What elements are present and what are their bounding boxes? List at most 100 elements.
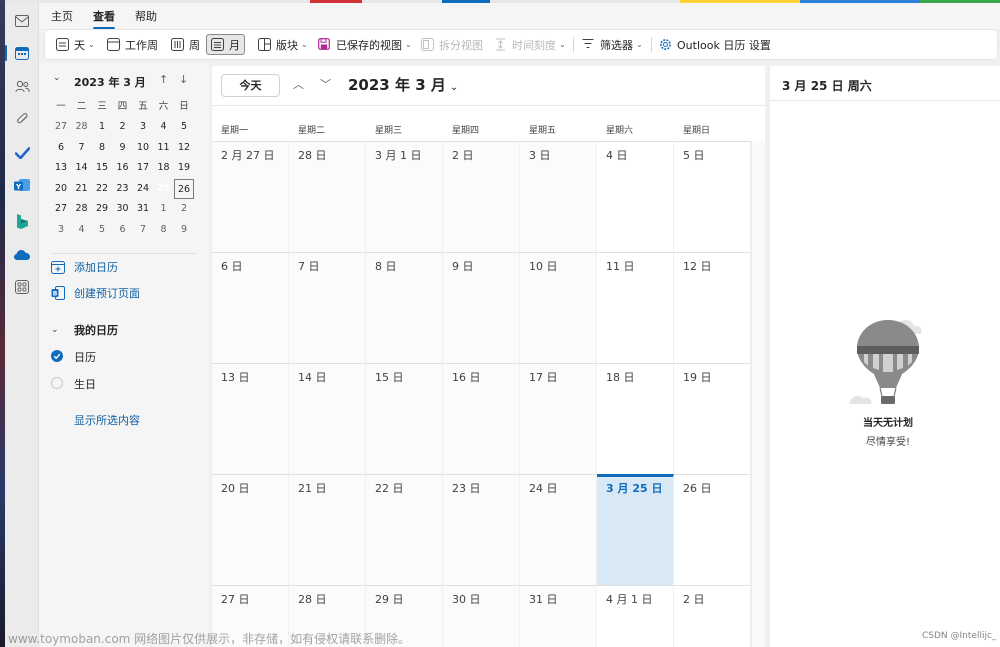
mini-day[interactable]: 16	[113, 158, 133, 178]
calendar-item[interactable]: 日历	[51, 349, 96, 365]
onedrive-icon[interactable]	[5, 243, 39, 267]
mini-day[interactable]: 10	[133, 138, 153, 158]
month-scrollbar[interactable]	[751, 141, 765, 647]
day-cell[interactable]: 12 日	[674, 252, 751, 363]
mini-day[interactable]: 26	[174, 178, 194, 199]
day-cell[interactable]: 31 日	[520, 585, 597, 647]
day-cell[interactable]: 2 日	[674, 585, 751, 647]
unchecked-circle-icon[interactable]	[51, 376, 65, 392]
day-cell[interactable]: 16 日	[443, 363, 520, 474]
day-cell[interactable]: 23 日	[443, 474, 520, 585]
day-cell-selected[interactable]: 3 月 25 日	[597, 474, 674, 585]
day-cell[interactable]: 14 日	[289, 363, 366, 474]
day-cell[interactable]: 11 日	[597, 252, 674, 363]
more-apps-icon[interactable]	[5, 275, 39, 299]
day-cell[interactable]: 4 日	[597, 141, 674, 252]
time-scale-button[interactable]: 时间刻度 ⌄	[494, 34, 566, 55]
mini-day[interactable]: 7	[133, 220, 153, 240]
day-cell[interactable]: 22 日	[366, 474, 443, 585]
mini-day[interactable]: 13	[51, 158, 71, 178]
day-cell[interactable]: 30 日	[443, 585, 520, 647]
mini-day[interactable]: 27	[51, 117, 71, 137]
mini-day[interactable]: 19	[174, 158, 194, 178]
mini-day[interactable]: 24	[133, 179, 153, 199]
mini-day[interactable]: 4	[72, 220, 92, 240]
mini-day[interactable]: 5	[92, 220, 112, 240]
day-cell[interactable]: 3 月 1 日	[366, 141, 443, 252]
show-selected-link[interactable]: 显示所选内容	[74, 412, 140, 428]
mini-day[interactable]: 28	[72, 199, 92, 219]
saved-views-button[interactable]: 已保存的视图 ⌄	[318, 34, 412, 55]
previous-month-arrow-icon[interactable]: ︿	[293, 76, 304, 92]
next-month-arrow-icon[interactable]: ﹀	[320, 76, 331, 92]
tab-help[interactable]: 帮助	[135, 8, 157, 24]
today-button[interactable]: 今天	[221, 74, 280, 97]
mini-day[interactable]: 3	[133, 117, 153, 137]
mini-calendar-title[interactable]: 2023 年 3 月	[74, 74, 146, 90]
board-view-button[interactable]: 版块 ⌄	[258, 34, 308, 55]
mini-day[interactable]: 1	[92, 117, 112, 137]
mini-day[interactable]: 8	[92, 138, 112, 158]
day-cell[interactable]: 8 日	[366, 252, 443, 363]
mini-day[interactable]: 6	[51, 138, 71, 158]
birthday-item[interactable]: 生日	[51, 376, 96, 392]
mini-day[interactable]: 30	[113, 199, 133, 219]
mini-day-today[interactable]: 25	[154, 179, 174, 199]
week-view-button[interactable]: 周	[171, 34, 200, 55]
day-cell[interactable]: 24 日	[520, 474, 597, 585]
mini-day[interactable]: 17	[133, 158, 153, 178]
day-cell[interactable]: 26 日	[674, 474, 751, 585]
bookings-icon[interactable]	[5, 209, 39, 233]
add-calendar-link[interactable]: 添加日历	[51, 259, 118, 275]
mini-day[interactable]: 3	[51, 220, 71, 240]
day-cell[interactable]: 2 月 27 日	[212, 141, 289, 252]
day-cell[interactable]: 21 日	[289, 474, 366, 585]
my-calendars-group[interactable]: ⌄ 我的日历	[51, 322, 118, 338]
day-cell[interactable]: 19 日	[674, 363, 751, 474]
mail-icon[interactable]	[5, 9, 39, 33]
day-cell[interactable]: 9 日	[443, 252, 520, 363]
mini-day[interactable]: 2	[174, 199, 194, 219]
mini-day[interactable]: 11	[154, 138, 174, 158]
mini-day[interactable]: 9	[174, 220, 194, 240]
day-cell[interactable]: 13 日	[212, 363, 289, 474]
day-cell[interactable]: 10 日	[520, 252, 597, 363]
attachment-icon[interactable]	[5, 107, 39, 131]
mini-day[interactable]: 6	[113, 220, 133, 240]
mini-day[interactable]: 29	[92, 199, 112, 219]
yammer-icon[interactable]: Y	[5, 174, 39, 198]
day-cell[interactable]: 3 日	[520, 141, 597, 252]
day-cell[interactable]: 4 月 1 日	[597, 585, 674, 647]
day-cell[interactable]: 15 日	[366, 363, 443, 474]
split-view-button[interactable]: 拆分视图	[421, 34, 483, 55]
mini-day[interactable]: 14	[72, 158, 92, 178]
mini-day[interactable]: 20	[51, 179, 71, 199]
tab-home[interactable]: 主页	[51, 8, 73, 24]
mini-day[interactable]: 12	[174, 138, 194, 158]
day-cell[interactable]: 20 日	[212, 474, 289, 585]
mini-day[interactable]: 15	[92, 158, 112, 178]
outlook-calendar-settings-button[interactable]: Outlook 日历 设置	[659, 34, 771, 55]
mini-day[interactable]: 7	[72, 138, 92, 158]
create-booking-page-link[interactable]: B 创建预订页面	[51, 285, 140, 301]
work-week-view-button[interactable]: 工作周	[107, 34, 158, 55]
filter-button[interactable]: 筛选器 ⌄	[582, 34, 643, 55]
day-view-button[interactable]: 天 ⌄	[56, 34, 95, 55]
month-title[interactable]: 2023 年 3 月 ⌄	[348, 74, 458, 95]
arrow-up-icon[interactable]: ↑	[159, 73, 168, 86]
mini-day[interactable]: 21	[72, 179, 92, 199]
month-view-button[interactable]: 月	[206, 34, 245, 55]
mini-day[interactable]: 27	[51, 199, 71, 219]
todo-check-icon[interactable]	[5, 141, 39, 165]
day-cell[interactable]: 17 日	[520, 363, 597, 474]
tab-view[interactable]: 查看	[93, 8, 115, 29]
arrow-down-icon[interactable]: ↓	[179, 73, 188, 86]
checked-circle-icon[interactable]	[51, 349, 65, 365]
mini-day[interactable]: 23	[113, 179, 133, 199]
mini-day[interactable]: 18	[154, 158, 174, 178]
day-cell[interactable]: 18 日	[597, 363, 674, 474]
mini-day[interactable]: 1	[154, 199, 174, 219]
people-icon[interactable]	[5, 74, 39, 98]
day-cell[interactable]: 28 日	[289, 141, 366, 252]
calendar-app-icon[interactable]	[5, 41, 39, 65]
